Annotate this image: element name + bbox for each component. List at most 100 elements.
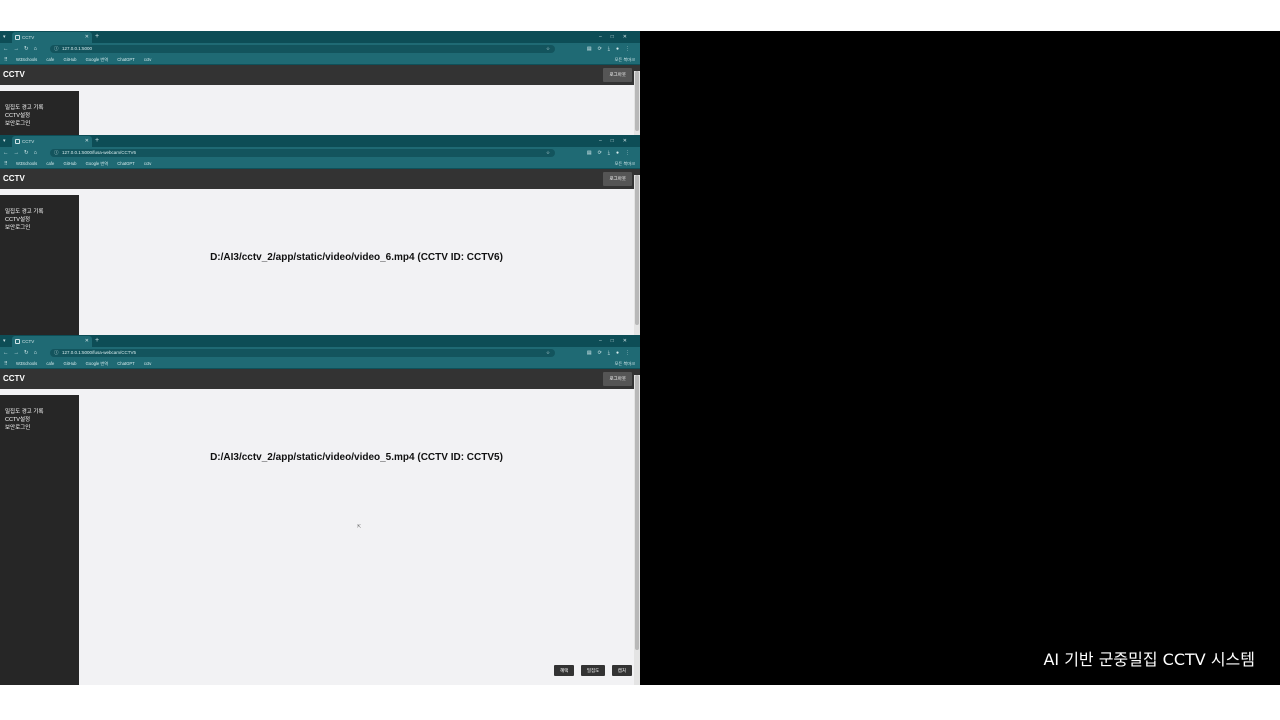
address-bar: ←→↻⌂ ⓘ 127.0.0.1:5000/fusa-webcam/CCTV5 … (0, 347, 640, 359)
extension-icons[interactable]: ▤⟳⤓●⋮ (587, 147, 636, 159)
apps-grid-icon[interactable]: ⠿ (4, 55, 8, 65)
new-tab-icon[interactable]: + (95, 31, 99, 43)
window-controls[interactable]: –□✕ (599, 335, 636, 347)
bookmarks-bar: ⠿ W3Schools cafe GitHub Google 번역 ChatGP… (0, 359, 640, 369)
bookmark-w3schools[interactable]: W3Schools (16, 361, 37, 366)
address-bar: ←→↻⌂ ⓘ 127.0.0.1:5000 ☆ ▤⟳⤓●⋮ (0, 43, 640, 55)
density-button[interactable]: 밀집도 (580, 665, 606, 676)
sidebar: 밀집도 경고 기록 CCTV설정 보안로그인 (0, 395, 79, 685)
browser-window-2: ▾ CCTV ✕ + –□✕ ←→↻⌂ ⓘ 127.0.0.1:5000/fus… (0, 135, 640, 335)
scrollbar-thumb[interactable] (635, 71, 639, 131)
bookmark-google-translate[interactable]: Google 번역 (86, 161, 108, 166)
bookmark-google-translate[interactable]: Google 번역 (86, 361, 108, 366)
bookmark-cafe[interactable]: cafe (46, 57, 54, 62)
main-content (79, 91, 634, 135)
sidebar-item-secure-login[interactable]: 보안로그인 (5, 423, 30, 431)
bookmark-cctv-folder[interactable]: cctv (144, 361, 151, 366)
all-bookmarks[interactable]: 모든 북마크 (615, 359, 635, 369)
extension-icons[interactable]: ▤⟳⤓●⋮ (587, 347, 636, 359)
bookmark-github[interactable]: GitHub (63, 57, 76, 62)
system-caption: AI 기반 군중밀집 CCTV 시스템 (1043, 650, 1255, 669)
brand-title[interactable]: CCTV (3, 369, 25, 389)
new-tab-icon[interactable]: + (95, 135, 99, 147)
nav-buttons[interactable]: ←→↻⌂ (3, 147, 42, 159)
sidebar-item-secure-login[interactable]: 보안로그인 (5, 223, 30, 231)
sidebar-item-secure-login[interactable]: 보안로그인 (5, 119, 30, 127)
address-bar: ←→↻⌂ ⓘ 127.0.0.1:5000/fusa-webcam/CCTV6 … (0, 147, 640, 159)
brand-title[interactable]: CCTV (3, 65, 25, 85)
bookmark-chatgpt[interactable]: ChatGPT (117, 161, 134, 166)
bookmark-star-icon[interactable]: ☆ (546, 149, 550, 157)
tab-bar: ▾ CCTV ✕ + –□✕ (0, 135, 640, 147)
bookmark-chatgpt[interactable]: ChatGPT (117, 57, 134, 62)
scrollbar-thumb[interactable] (635, 175, 639, 325)
bookmark-google-translate[interactable]: Google 번역 (86, 57, 108, 62)
bookmark-github[interactable]: GitHub (63, 161, 76, 166)
capture-button[interactable]: 캡처 (611, 665, 632, 676)
page-icon (15, 35, 20, 40)
sidebar: 밀집도 경고 기록 CCTV설정 보안로그인 (0, 91, 79, 135)
new-tab-icon[interactable]: + (95, 335, 99, 347)
bookmarks-bar: ⠿ W3Schools cafe GitHub Google 번역 ChatGP… (0, 159, 640, 169)
logout-button[interactable]: 로그아웃 (603, 68, 632, 82)
sidebar-item-alert-log[interactable]: 밀집도 경고 기록 (5, 103, 43, 111)
site-info-icon[interactable]: ⓘ (54, 349, 59, 357)
window-controls[interactable]: –□✕ (599, 135, 636, 147)
all-bookmarks[interactable]: 모든 북마크 (615, 159, 635, 169)
sidebar-item-alert-log[interactable]: 밀집도 경고 기록 (5, 407, 43, 415)
logout-button[interactable]: 로그아웃 (603, 372, 632, 386)
tab-cctv[interactable]: CCTV ✕ (12, 336, 92, 347)
page-icon (15, 339, 20, 344)
logout-button[interactable]: 로그아웃 (603, 172, 632, 186)
action-buttons: 혜택 밀집도 캡처 (552, 659, 632, 677)
bookmark-star-icon[interactable]: ☆ (546, 45, 550, 53)
browser-window-3: ▾ CCTV ✕ + –□✕ ←→↻⌂ ⓘ 127.0.0.1:5000/fus… (0, 335, 640, 685)
tab-search-icon[interactable]: ▾ (3, 31, 6, 43)
sidebar-item-cctv-settings[interactable]: CCTV설정 (5, 111, 30, 119)
apps-grid-icon[interactable]: ⠿ (4, 359, 8, 369)
window-controls[interactable]: –□✕ (599, 31, 636, 43)
app-header: CCTV 로그아웃 (0, 169, 640, 189)
bookmark-github[interactable]: GitHub (63, 361, 76, 366)
sidebar-item-alert-log[interactable]: 밀집도 경고 기록 (5, 207, 43, 215)
bookmark-cafe[interactable]: cafe (46, 361, 54, 366)
sidebar-item-cctv-settings[interactable]: CCTV설정 (5, 415, 30, 423)
bookmark-cctv-folder[interactable]: cctv (144, 161, 151, 166)
all-bookmarks[interactable]: 모든 북마크 (615, 55, 635, 65)
url-input[interactable]: ⓘ 127.0.0.1:5000/fusa-webcam/CCTV5 ☆ (50, 349, 555, 357)
bookmark-cafe[interactable]: cafe (46, 161, 54, 166)
tab-cctv[interactable]: CCTV ✕ (12, 32, 92, 43)
apps-grid-icon[interactable]: ⠿ (4, 159, 8, 169)
nav-buttons[interactable]: ←→↻⌂ (3, 347, 42, 359)
benefit-button[interactable]: 혜택 (554, 665, 575, 676)
url-input[interactable]: ⓘ 127.0.0.1:5000 ☆ (50, 45, 555, 53)
sidebar-item-cctv-settings[interactable]: CCTV설정 (5, 215, 30, 223)
app-header: CCTV 로그아웃 (0, 65, 640, 85)
bookmark-star-icon[interactable]: ☆ (546, 349, 550, 357)
close-tab-icon[interactable]: ✕ (85, 32, 89, 43)
tab-search-icon[interactable]: ▾ (3, 335, 6, 347)
close-tab-icon[interactable]: ✕ (85, 136, 89, 147)
tab-cctv[interactable]: CCTV ✕ (12, 136, 92, 147)
nav-buttons[interactable]: ←→↻⌂ (3, 43, 42, 55)
site-info-icon[interactable]: ⓘ (54, 149, 59, 157)
tab-title: CCTV (22, 35, 35, 40)
url-text: 127.0.0.1:5000/fusa-webcam/CCTV6 (62, 150, 137, 155)
browser-window-1: ▾ CCTV ✕ + –□✕ ←→↻⌂ ⓘ 127.0.0.1:5000 ☆ ▤… (0, 31, 640, 135)
bookmarks-bar: ⠿ W3Schools cafe GitHub Google 번역 ChatGP… (0, 55, 640, 65)
close-tab-icon[interactable]: ✕ (85, 336, 89, 347)
bookmark-chatgpt[interactable]: ChatGPT (117, 361, 134, 366)
brand-title[interactable]: CCTV (3, 169, 25, 189)
tab-search-icon[interactable]: ▾ (3, 135, 6, 147)
bookmark-w3schools[interactable]: W3Schools (16, 57, 37, 62)
video-path-label: D:/AI3/cctv_2/app/static/video/video_6.m… (210, 252, 503, 263)
tab-title: CCTV (22, 339, 35, 344)
scrollbar-thumb[interactable] (635, 375, 639, 650)
url-input[interactable]: ⓘ 127.0.0.1:5000/fusa-webcam/CCTV6 ☆ (50, 149, 555, 157)
extension-icons[interactable]: ▤⟳⤓●⋮ (587, 43, 636, 55)
sidebar: 밀집도 경고 기록 CCTV설정 보안로그인 (0, 195, 79, 335)
bookmark-cctv-folder[interactable]: cctv (144, 57, 151, 62)
bookmark-w3schools[interactable]: W3Schools (16, 161, 37, 166)
site-info-icon[interactable]: ⓘ (54, 45, 59, 53)
tab-bar: ▾ CCTV ✕ + –□✕ (0, 31, 640, 43)
